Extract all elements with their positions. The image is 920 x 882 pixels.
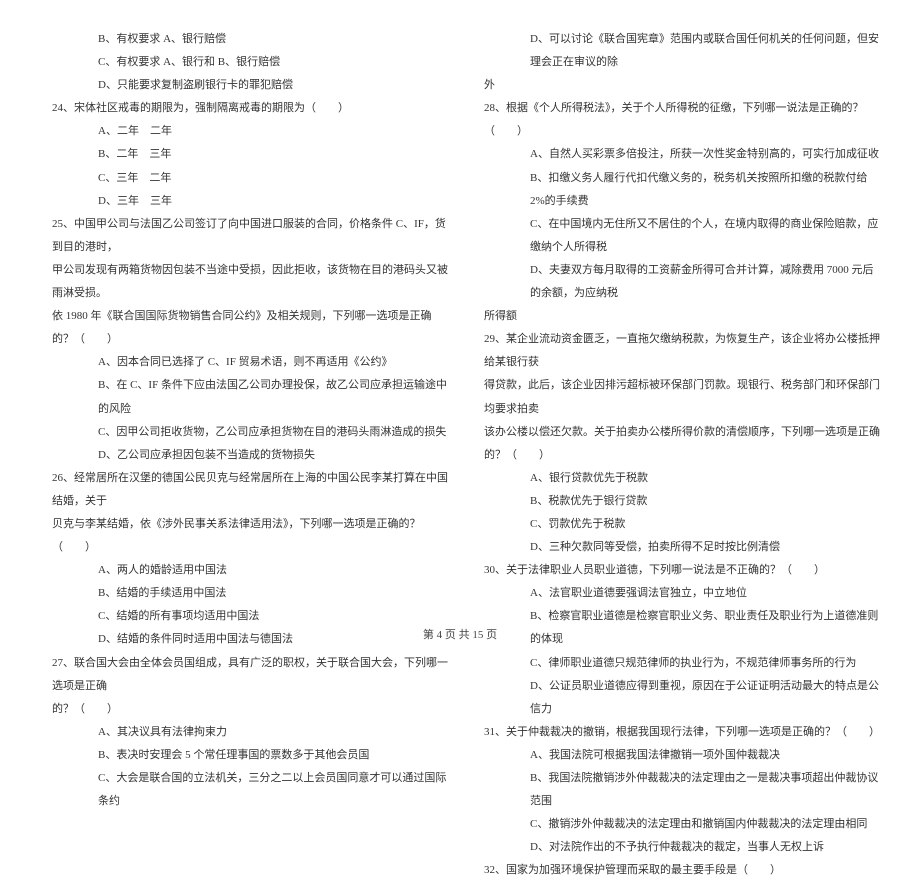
q31-option-c: C、撤销涉外仲裁裁决的法定理由和撤销国内仲裁裁决的法定理由相同: [472, 813, 880, 836]
q27-option-d-line1: D、可以讨论《联合国宪章》范围内或联合国任何机关的任何问题，但安理会正在审议的除: [472, 28, 880, 74]
q26-option-a: A、两人的婚龄适用中国法: [40, 559, 448, 582]
q27-line1: 27、联合国大会由全体会员国组成，具有广泛的职权，关于联合国大会，下列哪一选项是…: [40, 652, 448, 698]
page-footer: 第 4 页 共 15 页: [0, 626, 920, 642]
q27-line2: 的？（ ）: [40, 698, 448, 721]
q24-option-a: A、二年 二年: [40, 120, 448, 143]
q31-option-a: A、我国法院可根据我国法律撤销一项外国仲裁裁决: [472, 744, 880, 767]
q30-option-c: C、律师职业道德只规范律师的执业行为，不规范律师事务所的行为: [472, 652, 880, 675]
q26-option-c: C、结婚的所有事项均适用中国法: [40, 605, 448, 628]
right-column: D、可以讨论《联合国宪章》范围内或联合国任何机关的任何问题，但安理会正在审议的除…: [472, 28, 880, 608]
q26-line1: 26、经常居所在汉堡的德国公民贝克与经常居所在上海的中国公民李某打算在中国结婚，…: [40, 467, 448, 513]
q28-option-c: C、在中国境内无住所又不居住的个人，在境内取得的商业保险赔款，应缴纳个人所得税: [472, 213, 880, 259]
q25-option-c: C、因甲公司拒收货物，乙公司应承担货物在目的港码头雨淋造成的损失: [40, 421, 448, 444]
q29-option-b: B、税款优先于银行贷款: [472, 490, 880, 513]
q29-option-d: D、三种欠款同等受偿，拍卖所得不足时按比例清偿: [472, 536, 880, 559]
q30-option-a: A、法官职业道德要强调法官独立，中立地位: [472, 582, 880, 605]
q24-text: 24、宋体社区戒毒的期限为，强制隔离戒毒的期限为（ ）: [40, 97, 448, 120]
q23-option-b: B、有权要求 A、银行赔偿: [40, 28, 448, 51]
q28-option-d-line2: 所得额: [472, 305, 880, 328]
q28-text: 28、根据《个人所得税法》，关于个人所得税的征缴，下列哪一说法是正确的？（ ）: [472, 97, 880, 143]
q24-option-d: D、三年 三年: [40, 190, 448, 213]
q29-option-a: A、银行贷款优先于税款: [472, 467, 880, 490]
q25-line2: 甲公司发现有两箱货物因包装不当途中受损，因此拒收，该货物在目的港码头又被雨淋受损…: [40, 259, 448, 305]
q27-option-c: C、大会是联合国的立法机关，三分之二以上会员国同意才可以通过国际条约: [40, 767, 448, 813]
q23-option-d: D、只能要求复制盗刷银行卡的罪犯赔偿: [40, 74, 448, 97]
q27-option-d-line2: 外: [472, 74, 880, 97]
q28-option-d-line1: D、夫妻双方每月取得的工资薪金所得可合并计算，减除费用 7000 元后的余额，为…: [472, 259, 880, 305]
q27-option-a: A、其决议具有法律拘束力: [40, 721, 448, 744]
q31-option-b: B、我国法院撤销涉外仲裁裁决的法定理由之一是裁决事项超出仲裁协议范围: [472, 767, 880, 813]
q29-option-c: C、罚款优先于税款: [472, 513, 880, 536]
q25-option-d: D、乙公司应承担因包装不当造成的货物损失: [40, 444, 448, 467]
q23-option-c: C、有权要求 A、银行和 B、银行赔偿: [40, 51, 448, 74]
q31-option-d: D、对法院作出的不予执行仲裁裁决的裁定，当事人无权上诉: [472, 836, 880, 859]
q25-line1: 25、中国甲公司与法国乙公司签订了向中国进口服装的合同，价格条件 C、IF，货到…: [40, 213, 448, 259]
q29-line3: 该办公楼以偿还欠款。关于拍卖办公楼所得价款的清偿顺序，下列哪一选项是正确的？（ …: [472, 421, 880, 467]
left-column: B、有权要求 A、银行赔偿 C、有权要求 A、银行和 B、银行赔偿 D、只能要求…: [40, 28, 448, 608]
q26-option-b: B、结婚的手续适用中国法: [40, 582, 448, 605]
q25-option-b: B、在 C、IF 条件下应由法国乙公司办理投保，故乙公司应承担运输途中的风险: [40, 374, 448, 420]
q24-option-c: C、三年 二年: [40, 167, 448, 190]
q25-line3: 依 1980 年《联合国国际货物销售合同公约》及相关规则，下列哪一选项是正确的？…: [40, 305, 448, 351]
q31-text: 31、关于仲裁裁决的撤销，根据我国现行法律，下列哪一选项是正确的？（ ）: [472, 721, 880, 744]
q32-text: 32、国家为加强环境保护管理而采取的最主要手段是（ ）: [472, 859, 880, 882]
q26-line2: 贝克与李某结婚，依《涉外民事关系法律适用法》，下列哪一选项是正确的？（ ）: [40, 513, 448, 559]
q24-option-b: B、二年 三年: [40, 143, 448, 166]
page-columns: B、有权要求 A、银行赔偿 C、有权要求 A、银行和 B、银行赔偿 D、只能要求…: [40, 28, 880, 608]
q30-text: 30、关于法律职业人员职业道德，下列哪一说法是不正确的？（ ）: [472, 559, 880, 582]
q28-option-b: B、扣缴义务人履行代扣代缴义务的，税务机关按照所扣缴的税款付给 2%的手续费: [472, 167, 880, 213]
q29-line1: 29、某企业流动资金匮乏，一直拖欠缴纳税款，为恢复生产，该企业将办公楼抵押给某银…: [472, 328, 880, 374]
q29-line2: 得贷款，此后，该企业因排污超标被环保部门罚款。现银行、税务部门和环保部门均要求拍…: [472, 374, 880, 420]
q25-option-a: A、因本合同已选择了 C、IF 贸易术语，则不再适用《公约》: [40, 351, 448, 374]
q30-option-d: D、公证员职业道德应得到重视，原因在于公证证明活动最大的特点是公信力: [472, 675, 880, 721]
q28-option-a: A、自然人买彩票多倍投注，所获一次性奖金特别高的，可实行加成征收: [472, 143, 880, 166]
q27-option-b: B、表决时安理会 5 个常任理事国的票数多于其他会员国: [40, 744, 448, 767]
